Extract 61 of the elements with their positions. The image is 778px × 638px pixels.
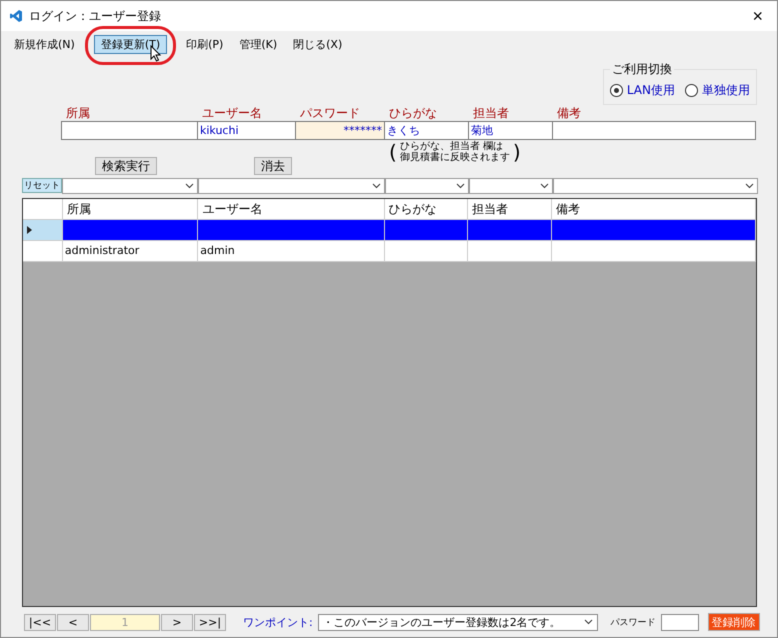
menu-item[interactable]: 新規作成(N) <box>7 34 82 54</box>
filter-dropdown[interactable] <box>62 178 198 194</box>
chevron-down-icon <box>185 183 194 189</box>
filter-dropdown[interactable] <box>385 178 469 194</box>
radio-icon[interactable] <box>610 84 623 96</box>
filter-dropdown[interactable] <box>469 178 553 194</box>
table-cell: admin <box>198 241 385 261</box>
nav-button[interactable]: < <box>57 614 89 630</box>
chevron-down-icon <box>372 183 381 189</box>
menu-item[interactable]: 印刷(P) <box>179 34 230 54</box>
reset-button[interactable]: リセット <box>22 178 62 193</box>
radio-icon[interactable] <box>685 84 698 96</box>
row-header[interactable] <box>23 220 63 240</box>
column-header: 備考 <box>552 199 756 219</box>
radio-option[interactable]: 単独使用 <box>685 78 750 102</box>
nav-button[interactable]: >>| <box>194 614 226 630</box>
input-field[interactable]: きくち <box>384 121 469 140</box>
password-field[interactable] <box>660 614 699 630</box>
column-header: 所属 <box>62 199 198 219</box>
group-title: ご利用切換 <box>610 61 673 78</box>
menu-item[interactable]: 登録更新(T) <box>94 34 168 54</box>
current-row-icon <box>27 226 32 234</box>
input-field[interactable] <box>61 121 198 140</box>
filter-dropdown[interactable] <box>553 178 758 194</box>
menu-item[interactable]: 管理(K) <box>232 34 284 54</box>
tip-label: ワンポイント: <box>243 614 313 630</box>
field-label: ひらがな <box>388 105 438 121</box>
field-label: 担当者 <box>472 105 510 121</box>
menu-item[interactable]: 閉じる(X) <box>286 34 350 54</box>
field-label: パスワード <box>299 105 361 121</box>
nav-button[interactable]: > <box>161 614 193 630</box>
column-header: ひらがな <box>384 199 468 219</box>
parenthesis: ( <box>389 141 397 163</box>
parenthesis: ) <box>512 141 521 163</box>
filter-dropdown[interactable] <box>198 178 385 194</box>
tip-dropdown[interactable]: ・このバージョンのユーザー登録数は2名です。 <box>318 614 598 630</box>
field-label: 備考 <box>556 105 582 121</box>
chevron-down-icon <box>584 619 593 625</box>
nav-button[interactable]: |<< <box>24 614 56 630</box>
input-field[interactable]: ******* <box>295 121 385 140</box>
input-field[interactable]: kikuchi <box>197 121 296 140</box>
column-header: 担当者 <box>468 199 552 219</box>
chevron-down-icon <box>745 183 754 189</box>
chevron-down-icon <box>456 183 465 189</box>
input-field[interactable]: 菊地 <box>468 121 553 140</box>
clear-button[interactable]: 消去 <box>254 157 292 175</box>
radio-option[interactable]: LAN使用 <box>610 78 675 102</box>
note-text: ひらがな、担当者 欄は 御見積書に反映されます <box>400 141 510 163</box>
search-button[interactable]: 検索実行 <box>95 157 157 175</box>
password-label: パスワード <box>610 616 656 628</box>
app-logo-icon <box>9 9 23 23</box>
close-button[interactable]: × <box>746 6 769 26</box>
chevron-down-icon <box>540 183 549 189</box>
column-header: ユーザー名 <box>198 199 385 219</box>
window-title: ログイン：ユーザー登録 <box>29 8 162 24</box>
tip-text: ・このバージョンのユーザー登録数は2名です。 <box>322 614 561 630</box>
table-cell: administrator <box>62 241 198 261</box>
field-label: 所属 <box>65 105 91 121</box>
field-label: ユーザー名 <box>201 105 263 121</box>
delete-button[interactable]: 登録削除 <box>708 613 760 631</box>
input-field[interactable] <box>552 121 756 140</box>
